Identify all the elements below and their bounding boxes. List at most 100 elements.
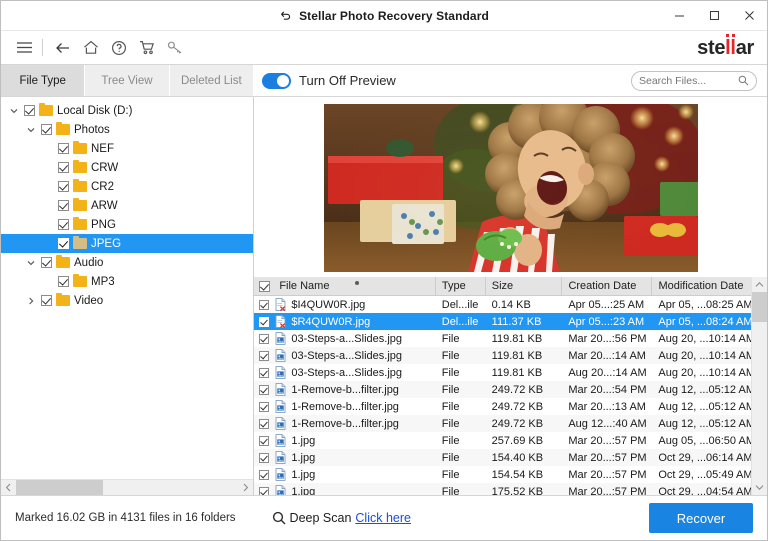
cart-icon[interactable] (133, 34, 161, 62)
row-checkbox[interactable] (259, 333, 269, 344)
tree-item-nef[interactable]: NEF (1, 139, 253, 158)
scroll-right-arrow[interactable] (238, 480, 253, 495)
tree-item-crw[interactable]: CRW (1, 158, 253, 177)
row-checkbox-cell[interactable] (254, 415, 273, 432)
tree-item-checkbox[interactable] (58, 276, 69, 287)
table-row[interactable]: 1.jpg File 175.52 KB Mar 20...:57 PM Oct 29,… (254, 483, 751, 495)
row-checkbox[interactable] (259, 384, 269, 395)
row-checkbox[interactable] (259, 401, 269, 412)
search-box[interactable] (631, 70, 757, 91)
row-checkbox[interactable] (259, 418, 269, 429)
minimize-button[interactable] (662, 1, 697, 31)
tree-item-mp3[interactable]: MP3 (1, 272, 253, 291)
tree-item-checkbox[interactable] (58, 143, 69, 154)
back-icon[interactable] (49, 34, 77, 62)
table-row[interactable]: 1.jpg File 257.69 KB Mar 20...:57 PM Aug 05,… (254, 432, 751, 449)
tree-scroll-track[interactable] (16, 480, 238, 495)
row-checkbox-cell[interactable] (254, 381, 273, 398)
row-checkbox-cell[interactable] (254, 296, 273, 313)
row-checkbox-cell[interactable] (254, 330, 273, 347)
table-row[interactable]: 1.jpg File 154.40 KB Mar 20...:57 PM Oct 29,… (254, 449, 751, 466)
scroll-left-arrow[interactable] (1, 480, 16, 495)
row-checkbox[interactable] (259, 469, 269, 480)
tab-deleted-list[interactable]: Deleted List (169, 65, 254, 96)
chevron-down-icon[interactable] (7, 107, 20, 115)
home-icon[interactable] (77, 34, 105, 62)
table-row[interactable]: $I4QUW0R.jpg Del...ile 0.14 KB Apr 05...:25… (254, 296, 751, 313)
preview-toggle-group[interactable]: Turn Off Preview (258, 72, 396, 89)
table-row[interactable]: $R4QUW0R.jpg Del...ile 111.37 KB Apr 05...:… (254, 313, 751, 330)
column-header-creation-date[interactable]: Creation Date (562, 276, 653, 296)
maximize-button[interactable] (697, 1, 732, 31)
tree-item-cr2[interactable]: CR2 (1, 177, 253, 196)
file-type-tree[interactable]: Local Disk (D:) Photos NEF CRW CR2 ARW PNG JPEG… (1, 97, 253, 479)
tab-file-type[interactable]: File Type (1, 65, 86, 96)
tree-scroll-thumb[interactable] (16, 480, 103, 495)
column-header-modification-date[interactable]: Modification Date (652, 277, 751, 296)
column-header-file-name[interactable]: File Name (273, 276, 436, 296)
tree-item-checkbox[interactable] (41, 295, 52, 306)
tree-item-checkbox[interactable] (58, 219, 69, 230)
table-row[interactable]: 03-Steps-a...Slides.jpg File 119.81 KB Mar … (254, 330, 751, 347)
row-checkbox-cell[interactable] (254, 432, 273, 449)
row-checkbox[interactable] (259, 299, 269, 310)
select-all-checkbox[interactable] (259, 280, 270, 292)
file-list-scroll-track[interactable] (752, 292, 767, 480)
tree-item-checkbox[interactable] (24, 105, 35, 116)
select-all-checkbox-cell[interactable] (254, 277, 273, 296)
table-row[interactable]: 1-Remove-b...filter.jpg File 249.72 KB Mar … (254, 381, 751, 398)
table-row[interactable]: 03-Steps-a...Slides.jpg File 119.81 KB Aug … (254, 364, 751, 381)
tree-item-checkbox[interactable] (58, 238, 69, 249)
tree-item-photos[interactable]: Photos (1, 120, 253, 139)
chevron-down-icon[interactable] (24, 259, 37, 267)
tree-item-checkbox[interactable] (41, 257, 52, 268)
tree-item-checkbox[interactable] (41, 124, 52, 135)
search-input[interactable] (639, 74, 738, 87)
row-checkbox[interactable] (259, 367, 269, 378)
tree-item-jpeg[interactable]: JPEG (1, 234, 253, 253)
row-checkbox[interactable] (259, 316, 269, 327)
help-icon[interactable] (105, 34, 133, 62)
tree-item-checkbox[interactable] (58, 181, 69, 192)
file-list-scroll-thumb[interactable] (752, 292, 767, 322)
chevron-right-icon[interactable] (24, 297, 37, 305)
tab-tree-view[interactable]: Tree View (85, 65, 170, 96)
tree-item-video[interactable]: Video (1, 291, 253, 310)
file-list-vertical-scrollbar[interactable] (751, 277, 767, 495)
row-checkbox-cell[interactable] (254, 364, 273, 381)
column-header-size[interactable]: Size (486, 276, 563, 296)
row-checkbox-cell[interactable] (254, 347, 273, 364)
row-checkbox[interactable] (259, 452, 269, 463)
preview-toggle-switch[interactable] (262, 72, 291, 89)
tree-item-arw[interactable]: ARW (1, 196, 253, 215)
sort-indicator-icon (355, 281, 360, 285)
table-row[interactable]: 1.jpg File 154.54 KB Mar 20...:57 PM Oct 29,… (254, 466, 751, 483)
row-checkbox-cell[interactable] (254, 398, 273, 415)
key-icon[interactable] (161, 34, 189, 62)
scroll-down-arrow[interactable] (752, 480, 767, 495)
row-checkbox-cell[interactable] (254, 449, 273, 466)
tree-horizontal-scrollbar[interactable] (1, 479, 253, 495)
table-row[interactable]: 1-Remove-b...filter.jpg File 249.72 KB Aug … (254, 415, 751, 432)
tree-item-local-disk-d[interactable]: Local Disk (D:) (1, 101, 253, 120)
table-row[interactable]: 1-Remove-b...filter.jpg File 249.72 KB Mar … (254, 398, 751, 415)
row-checkbox-cell[interactable] (254, 313, 273, 330)
deep-scan-link[interactable]: Click here (355, 511, 411, 525)
row-checkbox[interactable] (259, 350, 269, 361)
row-checkbox-cell[interactable] (254, 466, 273, 483)
tree-item-audio[interactable]: Audio (1, 253, 253, 272)
chevron-down-icon[interactable] (24, 126, 37, 134)
column-header-type[interactable]: Type (436, 276, 486, 296)
tree-item-checkbox[interactable] (58, 200, 69, 211)
scroll-up-arrow[interactable] (752, 277, 767, 292)
table-row[interactable]: 03-Steps-a...Slides.jpg File 119.81 KB Mar … (254, 347, 751, 364)
close-button[interactable] (732, 1, 767, 31)
tree-item-checkbox[interactable] (58, 162, 69, 173)
menu-icon[interactable] (10, 34, 38, 62)
recover-button[interactable]: Recover (649, 503, 753, 533)
tree-item-png[interactable]: PNG (1, 215, 253, 234)
row-checkbox[interactable] (259, 486, 269, 495)
row-checkbox[interactable] (259, 435, 269, 446)
row-checkbox-cell[interactable] (254, 483, 273, 495)
file-list-rows[interactable]: $I4QUW0R.jpg Del...ile 0.14 KB Apr 05...:25… (254, 296, 751, 495)
